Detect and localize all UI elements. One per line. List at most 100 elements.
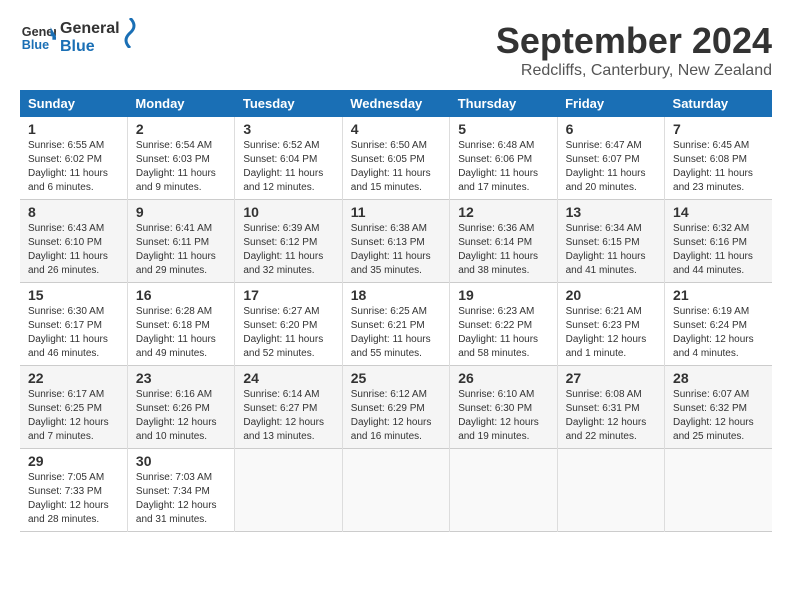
calendar-cell: 6 Sunrise: 6:47 AMSunset: 6:07 PMDaylight… <box>557 117 664 200</box>
calendar-cell: 30 Sunrise: 7:03 AMSunset: 7:34 PMDayligh… <box>127 449 234 532</box>
svg-text:Blue: Blue <box>22 38 49 52</box>
day-info: Sunrise: 6:34 AMSunset: 6:15 PMDaylight:… <box>566 222 656 278</box>
calendar-cell: 13 Sunrise: 6:34 AMSunset: 6:15 PMDayligh… <box>557 200 664 283</box>
day-info: Sunrise: 6:45 AMSunset: 6:08 PMDaylight:… <box>673 139 764 195</box>
calendar-cell: 8 Sunrise: 6:43 AMSunset: 6:10 PMDaylight… <box>20 200 127 283</box>
day-number: 30 <box>136 453 226 469</box>
calendar-cell: 27Sunrise: 6:08 AMSunset: 6:31 PMDayligh… <box>557 366 664 449</box>
day-info: Sunrise: 6:21 AMSunset: 6:23 PMDaylight:… <box>566 305 656 361</box>
calendar-week-row: 1 Sunrise: 6:55 AMSunset: 6:02 PMDaylight… <box>20 117 772 200</box>
day-info: Sunrise: 6:32 AMSunset: 6:16 PMDaylight:… <box>673 222 764 278</box>
calendar-cell: 17Sunrise: 6:27 AMSunset: 6:20 PMDayligh… <box>235 283 342 366</box>
day-number: 29 <box>28 453 119 469</box>
calendar-cell: 22Sunrise: 6:17 AMSunset: 6:25 PMDayligh… <box>20 366 127 449</box>
calendar-cell: 9Sunrise: 6:41 AMSunset: 6:11 PMDaylight… <box>127 200 234 283</box>
day-number: 16 <box>136 287 226 303</box>
calendar-cell: 1 Sunrise: 6:55 AMSunset: 6:02 PMDaylight… <box>20 117 127 200</box>
day-of-week-header: Sunday <box>20 90 127 117</box>
day-number: 1 <box>28 121 119 137</box>
day-info: Sunrise: 6:48 AMSunset: 6:06 PMDaylight:… <box>458 139 548 195</box>
calendar-cell: 3 Sunrise: 6:52 AMSunset: 6:04 PMDaylight… <box>235 117 342 200</box>
day-of-week-header: Thursday <box>450 90 557 117</box>
subtitle: Redcliffs, Canterbury, New Zealand <box>496 62 772 80</box>
day-of-week-header: Friday <box>557 90 664 117</box>
calendar-week-row: 8 Sunrise: 6:43 AMSunset: 6:10 PMDaylight… <box>20 200 772 283</box>
day-info: Sunrise: 6:25 AMSunset: 6:21 PMDaylight:… <box>351 305 441 361</box>
calendar-cell: 18 Sunrise: 6:25 AMSunset: 6:21 PMDayligh… <box>342 283 449 366</box>
calendar-week-row: 29 Sunrise: 7:05 AMSunset: 7:33 PMDayligh… <box>20 449 772 532</box>
day-info: Sunrise: 6:55 AMSunset: 6:02 PMDaylight:… <box>28 139 119 195</box>
day-number: 19 <box>458 287 548 303</box>
calendar-cell <box>450 449 557 532</box>
calendar-week-row: 15Sunrise: 6:30 AMSunset: 6:17 PMDayligh… <box>20 283 772 366</box>
day-info: Sunrise: 6:38 AMSunset: 6:13 PMDaylight:… <box>351 222 441 278</box>
page-header: General Blue General Blue September 2024… <box>20 20 772 80</box>
logo-wave-icon <box>120 18 140 48</box>
day-number: 14 <box>673 204 764 220</box>
day-number: 11 <box>351 204 441 220</box>
calendar-cell: 29 Sunrise: 7:05 AMSunset: 7:33 PMDayligh… <box>20 449 127 532</box>
day-number: 18 <box>351 287 441 303</box>
logo-blue: Blue <box>60 38 120 56</box>
calendar-cell: 15Sunrise: 6:30 AMSunset: 6:17 PMDayligh… <box>20 283 127 366</box>
day-number: 25 <box>351 370 441 386</box>
day-number: 4 <box>351 121 441 137</box>
logo: General Blue General Blue <box>20 20 140 56</box>
day-of-week-header: Saturday <box>665 90 772 117</box>
day-number: 26 <box>458 370 548 386</box>
calendar-cell <box>557 449 664 532</box>
day-info: Sunrise: 6:10 AMSunset: 6:30 PMDaylight:… <box>458 388 548 444</box>
day-of-week-header: Wednesday <box>342 90 449 117</box>
calendar-cell <box>342 449 449 532</box>
day-info: Sunrise: 7:05 AMSunset: 7:33 PMDaylight:… <box>28 471 119 527</box>
day-number: 3 <box>243 121 333 137</box>
day-number: 7 <box>673 121 764 137</box>
calendar-table: SundayMondayTuesdayWednesdayThursdayFrid… <box>20 90 772 532</box>
calendar-cell: 24 Sunrise: 6:14 AMSunset: 6:27 PMDayligh… <box>235 366 342 449</box>
calendar-cell: 14 Sunrise: 6:32 AMSunset: 6:16 PMDayligh… <box>665 200 772 283</box>
day-number: 2 <box>136 121 226 137</box>
calendar-header-row: SundayMondayTuesdayWednesdayThursdayFrid… <box>20 90 772 117</box>
day-info: Sunrise: 7:03 AMSunset: 7:34 PMDaylight:… <box>136 471 226 527</box>
calendar-cell: 4Sunrise: 6:50 AMSunset: 6:05 PMDaylight… <box>342 117 449 200</box>
day-info: Sunrise: 6:43 AMSunset: 6:10 PMDaylight:… <box>28 222 119 278</box>
day-number: 24 <box>243 370 333 386</box>
calendar-cell: 25 Sunrise: 6:12 AMSunset: 6:29 PMDayligh… <box>342 366 449 449</box>
day-info: Sunrise: 6:47 AMSunset: 6:07 PMDaylight:… <box>566 139 656 195</box>
calendar-cell: 28Sunrise: 6:07 AMSunset: 6:32 PMDayligh… <box>665 366 772 449</box>
main-title: September 2024 <box>496 20 772 62</box>
day-info: Sunrise: 6:07 AMSunset: 6:32 PMDaylight:… <box>673 388 764 444</box>
calendar-week-row: 22Sunrise: 6:17 AMSunset: 6:25 PMDayligh… <box>20 366 772 449</box>
day-number: 8 <box>28 204 119 220</box>
calendar-cell: 7 Sunrise: 6:45 AMSunset: 6:08 PMDaylight… <box>665 117 772 200</box>
calendar-cell: 11 Sunrise: 6:38 AMSunset: 6:13 PMDayligh… <box>342 200 449 283</box>
calendar-cell: 20 Sunrise: 6:21 AMSunset: 6:23 PMDayligh… <box>557 283 664 366</box>
day-number: 13 <box>566 204 656 220</box>
day-of-week-header: Tuesday <box>235 90 342 117</box>
day-info: Sunrise: 6:16 AMSunset: 6:26 PMDaylight:… <box>136 388 226 444</box>
day-number: 22 <box>28 370 119 386</box>
calendar-cell: 16Sunrise: 6:28 AMSunset: 6:18 PMDayligh… <box>127 283 234 366</box>
day-number: 6 <box>566 121 656 137</box>
calendar-cell: 5 Sunrise: 6:48 AMSunset: 6:06 PMDaylight… <box>450 117 557 200</box>
day-number: 20 <box>566 287 656 303</box>
calendar-cell: 26 Sunrise: 6:10 AMSunset: 6:30 PMDayligh… <box>450 366 557 449</box>
day-info: Sunrise: 6:14 AMSunset: 6:27 PMDaylight:… <box>243 388 333 444</box>
day-info: Sunrise: 6:54 AMSunset: 6:03 PMDaylight:… <box>136 139 226 195</box>
logo-general: General <box>60 20 120 38</box>
day-number: 12 <box>458 204 548 220</box>
logo-icon: General Blue <box>20 20 56 56</box>
day-info: Sunrise: 6:27 AMSunset: 6:20 PMDaylight:… <box>243 305 333 361</box>
calendar-cell <box>665 449 772 532</box>
day-number: 10 <box>243 204 333 220</box>
title-section: September 2024 Redcliffs, Canterbury, Ne… <box>496 20 772 80</box>
day-number: 5 <box>458 121 548 137</box>
day-number: 21 <box>673 287 764 303</box>
calendar-cell: 10Sunrise: 6:39 AMSunset: 6:12 PMDayligh… <box>235 200 342 283</box>
day-info: Sunrise: 6:52 AMSunset: 6:04 PMDaylight:… <box>243 139 333 195</box>
day-info: Sunrise: 6:36 AMSunset: 6:14 PMDaylight:… <box>458 222 548 278</box>
day-info: Sunrise: 6:19 AMSunset: 6:24 PMDaylight:… <box>673 305 764 361</box>
calendar-cell: 2 Sunrise: 6:54 AMSunset: 6:03 PMDaylight… <box>127 117 234 200</box>
calendar-cell: 19Sunrise: 6:23 AMSunset: 6:22 PMDayligh… <box>450 283 557 366</box>
day-info: Sunrise: 6:12 AMSunset: 6:29 PMDaylight:… <box>351 388 441 444</box>
